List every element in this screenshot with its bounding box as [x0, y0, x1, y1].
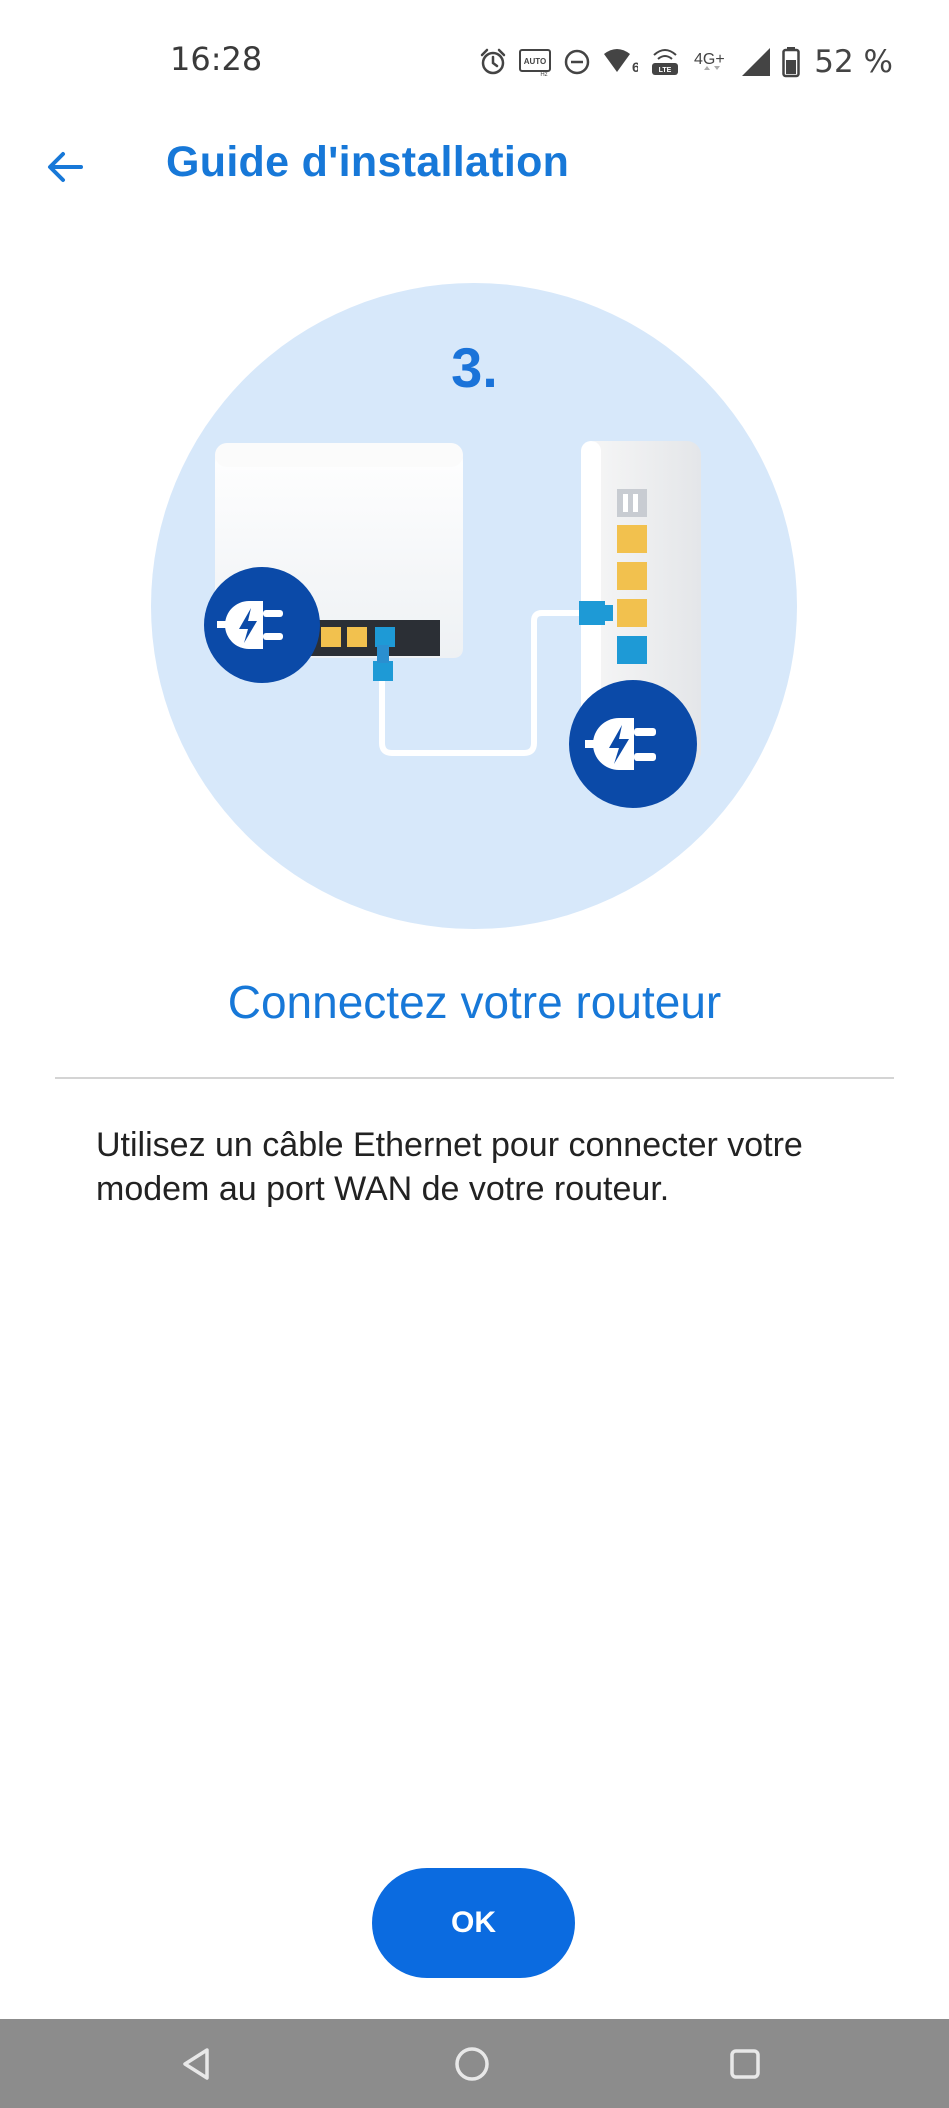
wifi-6-icon: 6 [602, 46, 638, 78]
status-bar: 16:28 AUTO Hz 6 LTE 4G+ 52 % [0, 0, 949, 120]
signal-icon [740, 46, 772, 78]
do-not-disturb-icon [562, 47, 592, 77]
recents-square-icon [730, 2049, 760, 2079]
alarm-icon [478, 47, 508, 77]
battery-icon [782, 46, 800, 78]
power-plug-icon-2 [569, 680, 697, 808]
status-time: 16:28 [170, 40, 263, 78]
volte-icon: LTE [648, 45, 682, 79]
svg-text:LTE: LTE [659, 67, 672, 74]
nav-home-button[interactable] [441, 2033, 503, 2095]
ok-button[interactable]: OK [372, 1868, 575, 1978]
step-number: 3. [451, 336, 498, 399]
auto-label: AUTO [524, 57, 547, 66]
power-plug-icon [204, 567, 320, 683]
nav-back-button[interactable] [166, 2033, 228, 2095]
status-icons: AUTO Hz 6 LTE 4G+ 52 % [478, 40, 893, 84]
network-label: 4G+ [694, 51, 725, 68]
app-bar: Guide d'installation [0, 120, 949, 210]
back-button[interactable] [30, 132, 100, 202]
arrow-back-icon [48, 152, 83, 182]
nav-recents-button[interactable] [714, 2033, 776, 2095]
hz-label: Hz [541, 72, 548, 77]
step-title: Connectez votre routeur [227, 976, 722, 1028]
home-circle-icon [455, 2047, 489, 2081]
step-description: Utilisez un câble Ethernet pour connecte… [96, 1126, 803, 1208]
navigation-bar [0, 2019, 949, 2108]
back-triangle-icon [183, 2048, 209, 2080]
auto-hz-icon: AUTO Hz [518, 47, 552, 77]
4g-icon: 4G+ [692, 46, 730, 78]
divider [55, 1077, 894, 1079]
battery-percentage: 52 % [814, 44, 893, 80]
wifi-6-label: 6 [632, 59, 638, 75]
page-title: Guide d'installation [166, 138, 570, 186]
